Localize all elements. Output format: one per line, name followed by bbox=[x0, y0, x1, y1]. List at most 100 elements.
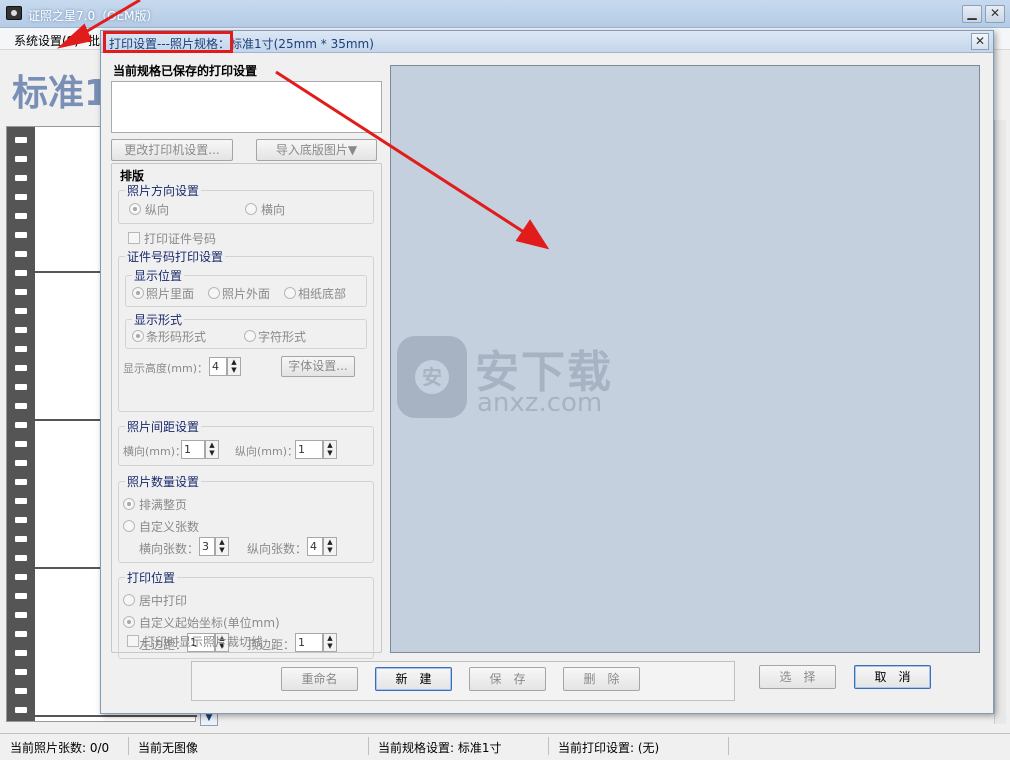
film-sprocket-hole bbox=[15, 213, 27, 219]
film-sprocket-hole bbox=[15, 346, 27, 352]
close-main-button[interactable]: ✕ bbox=[985, 5, 1005, 23]
cut-lines-label: 打印时显示照片裁切线 bbox=[143, 635, 264, 649]
film-sprocket-hole bbox=[15, 593, 27, 599]
change-printer-button[interactable]: 更改打印机设置... bbox=[111, 139, 233, 161]
v-count-label: 纵向张数： bbox=[247, 542, 308, 556]
film-sprocket-hole bbox=[15, 498, 27, 504]
print-id-checkbox[interactable] bbox=[128, 232, 140, 244]
display-height-input[interactable]: 4 bbox=[209, 357, 227, 376]
main-titlebar: 证照之星7.0（OEM版） ▁ ✕ bbox=[0, 0, 1010, 28]
film-sprocket-hole bbox=[15, 441, 27, 447]
print-id-label: 打印证件号码 bbox=[144, 232, 217, 246]
film-sprocket-hole bbox=[15, 650, 27, 656]
display-form-label: 显示形式 bbox=[132, 311, 185, 328]
select-button[interactable]: 选 择 bbox=[759, 665, 836, 689]
film-sprocket-hole bbox=[15, 536, 27, 542]
film-sprocket-hole bbox=[15, 517, 27, 523]
outside-radio[interactable] bbox=[208, 287, 220, 299]
v-count-spinner[interactable]: ▲ ▼ bbox=[323, 537, 337, 556]
title-highlight-box bbox=[103, 31, 233, 53]
inside-label: 照片里面 bbox=[146, 287, 195, 301]
import-background-button[interactable]: 导入底版图片▼ bbox=[256, 139, 377, 161]
status-print: 当前打印设置: (无) bbox=[558, 741, 660, 755]
film-sprocket-hole bbox=[15, 384, 27, 390]
fill-page-radio[interactable] bbox=[123, 498, 135, 510]
inside-radio[interactable] bbox=[132, 287, 144, 299]
saved-settings-list[interactable] bbox=[111, 81, 382, 133]
film-sprocket-hole bbox=[15, 327, 27, 333]
bottom-button-frame bbox=[191, 661, 735, 701]
minimize-button[interactable]: ▁ bbox=[962, 5, 982, 23]
landscape-radio[interactable] bbox=[245, 203, 257, 215]
display-height-spinner[interactable]: ▲ ▼ bbox=[227, 357, 241, 376]
delete-button[interactable]: 删 除 bbox=[563, 667, 640, 691]
top-margin-spinner[interactable]: ▲ ▼ bbox=[323, 633, 337, 652]
film-sprocket-hole bbox=[15, 612, 27, 618]
spacing-label: 照片间距设置 bbox=[125, 418, 202, 435]
film-sprocket-hole bbox=[15, 289, 27, 295]
v-count-input[interactable]: 4 bbox=[307, 537, 323, 556]
film-sprocket-hole bbox=[15, 232, 27, 238]
v-spacing-input[interactable]: 1 bbox=[295, 440, 323, 459]
cancel-button[interactable]: 取 消 bbox=[854, 665, 931, 689]
landscape-label: 横向 bbox=[261, 203, 286, 217]
rename-button[interactable]: 重命名 bbox=[281, 667, 358, 691]
watermark-url: anxz.com bbox=[477, 388, 603, 418]
statusbar: 当前照片张数: 0/0 当前无图像 当前规格设置: 标准1寸 当前打印设置: (… bbox=[0, 733, 1010, 757]
paper-bottom-label: 相纸底部 bbox=[298, 287, 347, 301]
paper-bottom-radio[interactable] bbox=[284, 287, 296, 299]
camera-icon bbox=[6, 6, 22, 20]
id-print-label: 证件号码打印设置 bbox=[125, 248, 226, 265]
new-button[interactable]: 新 建 bbox=[375, 667, 452, 691]
print-position-label: 打印位置 bbox=[125, 569, 178, 586]
dialog-close-button[interactable]: ✕ bbox=[971, 33, 989, 50]
custom-position-label: 自定义起始坐标(单位mm) bbox=[139, 616, 280, 630]
outside-label: 照片外面 bbox=[222, 287, 271, 301]
film-sprocket-hole bbox=[15, 137, 27, 143]
h-spacing-input[interactable]: 1 bbox=[181, 440, 205, 459]
film-sprocket-hole bbox=[15, 707, 27, 713]
text-form-label: 字符形式 bbox=[258, 330, 307, 344]
main-vertical-scrollbar[interactable] bbox=[994, 120, 1006, 724]
watermark: 安下载 anxz.com bbox=[397, 336, 657, 426]
film-sprocket-hole bbox=[15, 555, 27, 561]
h-count-label: 横向张数： bbox=[139, 542, 200, 556]
cut-lines-checkbox[interactable] bbox=[127, 635, 139, 647]
film-sprocket-hole bbox=[15, 403, 27, 409]
film-sprocket-hole bbox=[15, 574, 27, 580]
text-form-radio[interactable] bbox=[244, 330, 256, 342]
film-sprocket-hole bbox=[15, 308, 27, 314]
custom-position-radio[interactable] bbox=[123, 616, 135, 628]
v-spacing-spinner[interactable]: ▲ ▼ bbox=[323, 440, 337, 459]
portrait-label: 纵向 bbox=[145, 203, 170, 217]
display-height-label: 显示高度(mm)： bbox=[123, 362, 209, 375]
film-sprocket-hole bbox=[15, 194, 27, 200]
layout-panel: 排版 照片方向设置 纵向 横向 打印证件号码 证件号码打印设置 显示位置 照片里… bbox=[111, 163, 382, 659]
custom-count-label: 自定义张数 bbox=[139, 520, 200, 534]
film-sprocket-hole bbox=[15, 251, 27, 257]
film-sprocket-hole bbox=[15, 688, 27, 694]
h-spacing-spinner[interactable]: ▲ ▼ bbox=[205, 440, 219, 459]
film-sprocket-hole bbox=[15, 631, 27, 637]
film-sprocket-hole bbox=[15, 422, 27, 428]
barcode-label: 条形码形式 bbox=[146, 330, 207, 344]
menu-batch[interactable]: 批 bbox=[88, 32, 100, 49]
save-button[interactable]: 保 存 bbox=[469, 667, 546, 691]
film-sprocket-hole bbox=[15, 365, 27, 371]
h-spacing-label: 横向(mm)： bbox=[123, 445, 187, 458]
menu-system-settings[interactable]: 系统设置(S) bbox=[14, 32, 79, 49]
count-group: 照片数量设置 排满整页 自定义张数 横向张数： 3 ▲ ▼ 纵向张数： 4 ▲ ▼ bbox=[118, 473, 374, 563]
portrait-radio[interactable] bbox=[129, 203, 141, 215]
h-count-spinner[interactable]: ▲ ▼ bbox=[215, 537, 229, 556]
h-count-input[interactable]: 3 bbox=[199, 537, 215, 556]
status-image: 当前无图像 bbox=[138, 741, 199, 755]
spec-big-title: 标准1 bbox=[12, 73, 110, 114]
font-settings-button[interactable]: 字体设置... bbox=[281, 356, 355, 377]
center-print-radio[interactable] bbox=[123, 594, 135, 606]
id-print-group: 证件号码打印设置 显示位置 照片里面 照片外面 相纸底部 显示形式 条形码形式 … bbox=[118, 248, 374, 412]
top-margin-input[interactable]: 1 bbox=[295, 633, 323, 652]
custom-count-radio[interactable] bbox=[123, 520, 135, 532]
dialog-titlebar: 打印设置---照片规格：标准1寸(25mm * 35mm) ✕ bbox=[101, 31, 993, 53]
barcode-radio[interactable] bbox=[132, 330, 144, 342]
count-label: 照片数量设置 bbox=[125, 473, 202, 490]
